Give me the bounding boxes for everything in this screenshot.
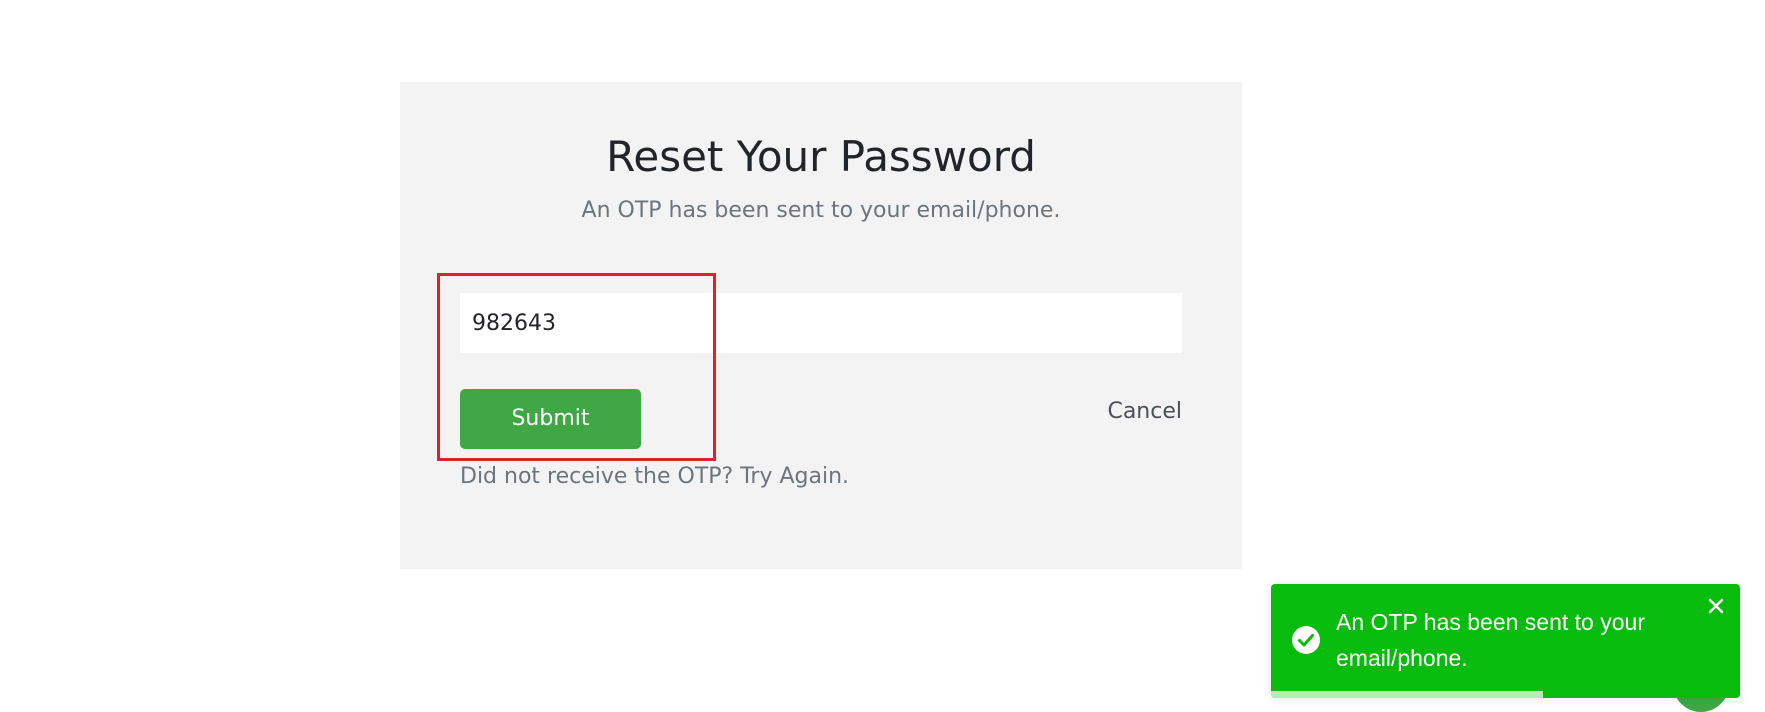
toast-message: An OTP has been sent to your email/phone… — [1336, 609, 1645, 671]
reset-password-card: Reset Your Password An OTP has been sent… — [400, 82, 1242, 569]
check-circle-icon — [1292, 626, 1320, 654]
try-again-link[interactable]: Did not receive the OTP? Try Again. — [460, 462, 849, 492]
close-icon[interactable] — [1706, 596, 1726, 616]
toast-notification: An OTP has been sent to your email/phone… — [1271, 584, 1740, 698]
page-title: Reset Your Password — [606, 132, 1036, 181]
toast-progress-bar — [1271, 691, 1544, 698]
otp-input[interactable] — [460, 293, 1182, 353]
cancel-link[interactable]: Cancel — [1107, 397, 1182, 427]
page-subtitle: An OTP has been sent to your email/phone… — [581, 198, 1061, 223]
submit-button[interactable]: Submit — [460, 389, 641, 449]
